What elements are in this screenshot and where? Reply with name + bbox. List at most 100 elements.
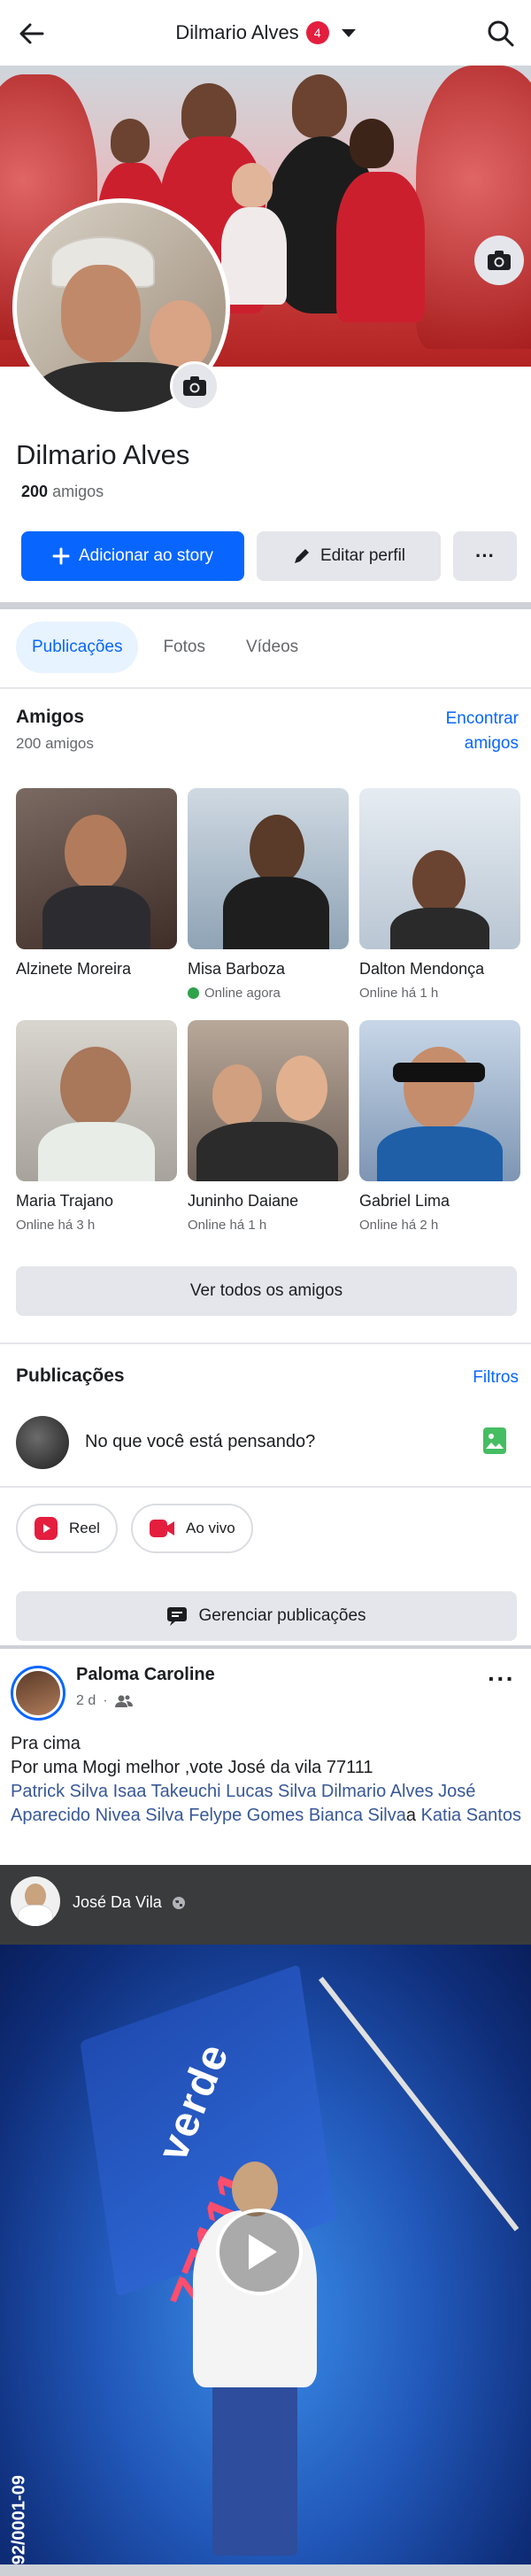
friends-section-title: Amigos — [16, 707, 85, 727]
friend-name: Alzinete Moreira — [16, 960, 132, 978]
video-camera-icon — [150, 1520, 174, 1537]
camera-icon — [488, 251, 511, 270]
post-author-avatar[interactable] — [11, 1666, 65, 1721]
friend-photo-detail — [38, 1122, 155, 1181]
cover-figure — [221, 207, 287, 305]
filters-link[interactable]: Filtros — [473, 1365, 519, 1390]
manage-posts-icon — [167, 1607, 188, 1626]
live-label: Ao vivo — [186, 1520, 235, 1536]
plus-icon — [52, 547, 70, 565]
posts-section-title: Publicações — [16, 1365, 125, 1386]
friends-count-label: amigos — [52, 483, 104, 500]
online-indicator — [188, 987, 199, 999]
shared-post-header[interactable]: José Da Vila — [0, 1865, 531, 1945]
play-button[interactable] — [216, 2209, 303, 2295]
friend-photo-detail — [250, 815, 304, 884]
add-to-story-label: Adicionar ao story — [78, 546, 214, 565]
section-divider — [0, 687, 531, 689]
shared-author-name: José Da Vila — [73, 1893, 186, 1912]
post-line: Por uma Mogi melhor ,vote José da vila 7… — [11, 1758, 373, 1777]
friend-photo-detail — [60, 1047, 131, 1128]
friend-name: Maria Trajano — [16, 1192, 114, 1210]
tagged-person[interactable]: Katia Santos — [421, 1806, 521, 1825]
cover-figure — [292, 74, 347, 138]
video-detail — [319, 1976, 519, 2232]
cover-figure — [350, 119, 394, 168]
post-author-name[interactable]: Paloma Caroline — [76, 1665, 215, 1685]
avatar-detail — [150, 300, 212, 371]
notification-badge: 4 — [305, 21, 329, 44]
arrow-left-icon[interactable] — [16, 18, 48, 50]
friends-count[interactable]: 200 amigos — [21, 483, 104, 501]
cover-figure — [336, 172, 425, 322]
post-options-button[interactable]: ··· — [488, 1665, 515, 1693]
cover-figure — [111, 119, 150, 163]
friend-photo-detail — [393, 1063, 485, 1082]
friend-card[interactable]: Gabriel Lima Online há 2 h — [359, 1020, 520, 1233]
friend-photo — [188, 1020, 349, 1181]
see-all-friends-button[interactable]: Ver todos os amigos — [16, 1266, 517, 1316]
friend-photo — [359, 1020, 520, 1181]
friend-card[interactable]: Alzinete Moreira — [16, 788, 177, 979]
avatar-detail — [18, 1905, 53, 1926]
globe-icon — [172, 1897, 185, 1910]
edit-profile-button[interactable]: Editar perfil — [257, 531, 441, 581]
composer-input[interactable]: No que você está pensando? — [85, 1432, 315, 1452]
add-to-story-button[interactable]: Adicionar ao story — [21, 531, 244, 581]
tab-publicacoes[interactable]: Publicações — [16, 622, 139, 673]
friend-photo-detail — [196, 1122, 338, 1181]
friend-photo — [16, 788, 177, 949]
cover-camera-button[interactable] — [474, 236, 524, 285]
friends-audience-icon — [114, 1695, 133, 1707]
tab-videos[interactable]: Vídeos — [230, 622, 314, 673]
post-video[interactable]: verde 77111 492/0001-09 — [0, 1945, 531, 2564]
avatar-detail — [61, 265, 141, 362]
friends-count-number: 200 — [21, 483, 49, 500]
tab-fotos[interactable]: Fotos — [147, 622, 221, 673]
section-divider — [0, 1645, 531, 1649]
friend-photo — [188, 788, 349, 949]
chevron-down-icon — [341, 28, 356, 37]
profile-tabs: Publicações Fotos Vídeos — [16, 622, 314, 673]
friend-photo-detail — [42, 886, 150, 949]
friend-card[interactable]: Juninho Daiane Online há 1 h — [188, 1020, 349, 1233]
section-divider — [0, 1342, 531, 1344]
topbar-title: Dilmario Alves — [175, 21, 299, 43]
reel-button[interactable]: Reel — [16, 1504, 118, 1553]
pencil-icon — [294, 549, 309, 563]
friend-card[interactable]: Maria Trajano Online há 3 h — [16, 1020, 177, 1233]
post-meta: 2 d · — [76, 1693, 133, 1709]
friend-status: Online agora — [188, 986, 349, 1001]
friend-status: Online há 3 h — [16, 1218, 96, 1233]
live-button[interactable]: Ao vivo — [131, 1504, 253, 1553]
profile-name: Dilmario Alves — [16, 439, 190, 470]
friend-status: Online há 1 h — [359, 986, 439, 1001]
find-friends-link[interactable]: Encontrar amigos — [421, 707, 519, 756]
profile-switcher[interactable]: Dilmario Alves 4 — [175, 21, 356, 44]
friend-photo-detail — [377, 1126, 503, 1181]
post-tags: Patrick Silva Isaa Takeuchi Lucas Silva … — [11, 1780, 524, 1828]
friend-card[interactable]: Dalton Mendonça Online há 1 h — [359, 788, 520, 1001]
shared-author-avatar — [11, 1876, 60, 1926]
video-detail — [212, 2379, 297, 2556]
avatar-camera-button[interactable] — [170, 361, 219, 411]
dot-separator: · — [103, 1693, 108, 1708]
friend-name: Misa Barboza — [188, 960, 286, 978]
camera-icon — [183, 376, 206, 396]
section-divider — [0, 2564, 531, 2576]
post-tags-join: a — [405, 1806, 421, 1825]
friend-photo — [16, 1020, 177, 1181]
top-bar: Dilmario Alves 4 — [0, 0, 531, 66]
photo-icon[interactable] — [483, 1427, 506, 1454]
search-icon[interactable] — [485, 18, 517, 50]
edit-profile-label: Editar perfil — [319, 546, 406, 565]
video-side-text: 492/0001-09 — [9, 2475, 29, 2564]
friend-name: Juninho Daiane — [188, 1192, 299, 1210]
composer-avatar — [16, 1416, 69, 1469]
friends-section-subtitle: 200 amigos — [16, 735, 94, 752]
more-options-button[interactable]: ··· — [453, 531, 517, 581]
manage-posts-button[interactable]: Gerenciar publicações — [16, 1591, 517, 1641]
avatar — [16, 1671, 60, 1715]
friend-photo-detail — [404, 1047, 474, 1130]
friend-card[interactable]: Misa Barboza Online agora — [188, 788, 349, 1001]
